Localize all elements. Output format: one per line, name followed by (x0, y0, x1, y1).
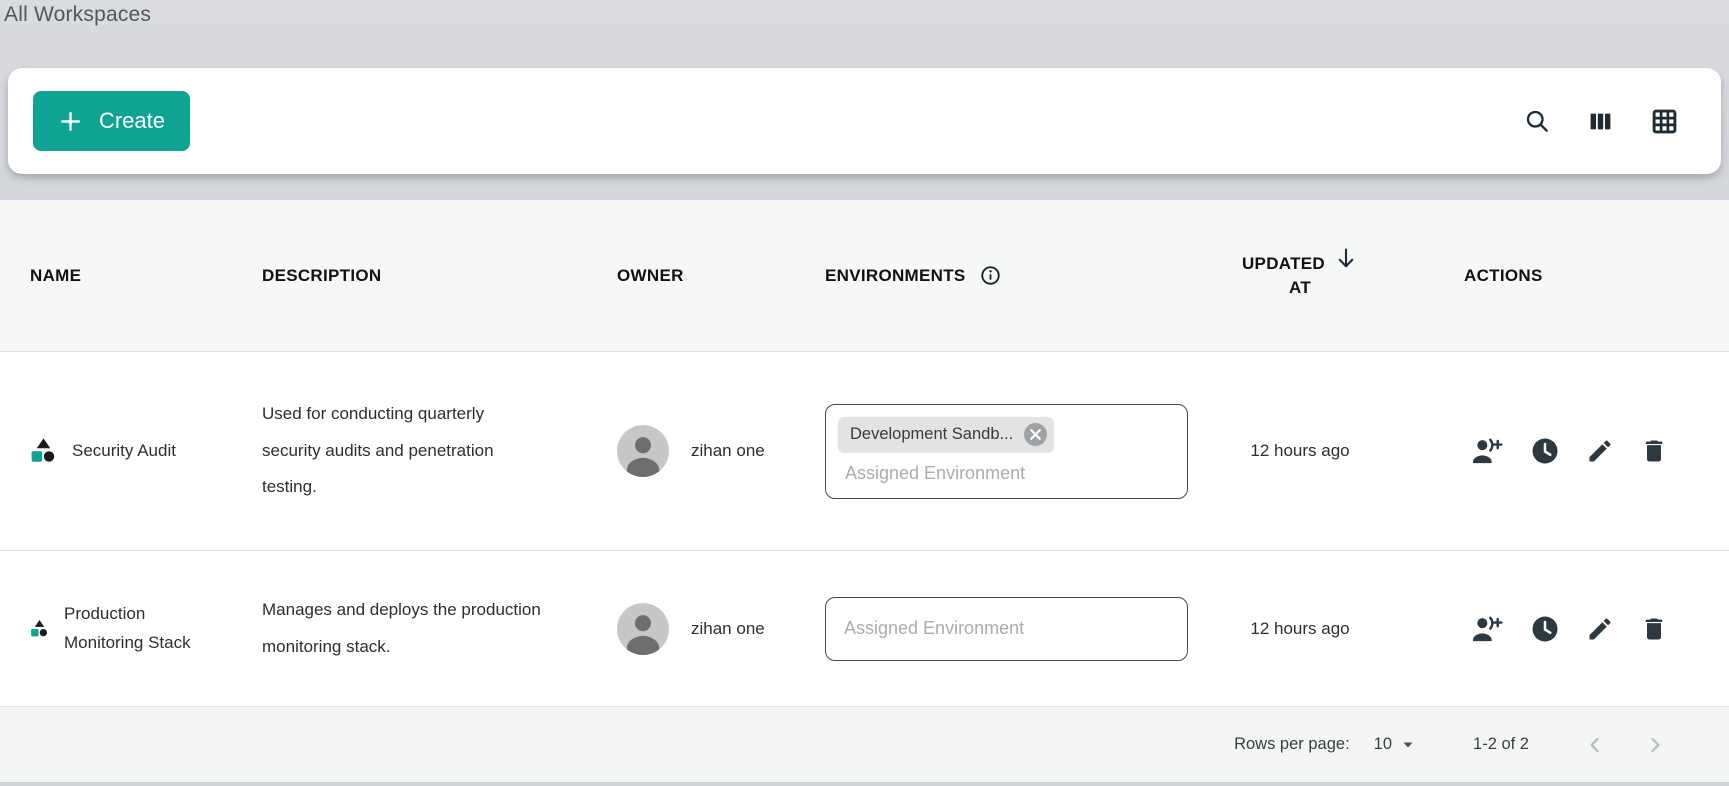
column-header-actions: ACTIONS (1408, 266, 1729, 286)
workspace-shapes-icon (30, 437, 57, 464)
workspace-name: Security Audit (72, 437, 176, 466)
search-icon[interactable] (1523, 107, 1551, 135)
assigned-environment-select[interactable]: Development Sandb... Assigned Environmen… (825, 404, 1188, 499)
rows-per-page-value: 10 (1374, 735, 1392, 754)
pagination-range: 1-2 of 2 (1473, 735, 1529, 754)
avatar (617, 425, 669, 477)
page-title: All Workspaces (4, 3, 151, 27)
edit-pencil-icon[interactable] (1586, 437, 1614, 465)
table-row: Security Audit Used for conducting quart… (0, 352, 1729, 551)
column-header-updated-at[interactable]: UPDATED AT (1192, 252, 1408, 300)
chevron-down-icon (1401, 738, 1415, 752)
updated-at-value: 12 hours ago (1192, 619, 1408, 639)
workspace-name: Production Monitoring Stack (64, 600, 216, 658)
table-header-row: NAME DESCRIPTION OWNER ENVIRONMENTS UPDA… (0, 200, 1729, 352)
history-clock-icon[interactable] (1530, 436, 1560, 466)
column-header-owner: OWNER (602, 266, 814, 286)
pagination-bar: Rows per page: 10 1-2 of 2 (0, 707, 1729, 782)
delete-trash-icon[interactable] (1640, 615, 1668, 643)
info-icon[interactable] (979, 264, 1002, 287)
bottom-edge-strip (0, 782, 1729, 786)
grid-view-icon[interactable] (1650, 107, 1679, 136)
updated-at-value: 12 hours ago (1192, 441, 1408, 461)
person-add-icon[interactable] (1470, 615, 1504, 643)
column-header-environments: ENVIRONMENTS (814, 264, 1192, 287)
view-columns-icon[interactable] (1587, 108, 1614, 135)
arrow-down-icon (1334, 246, 1358, 272)
environment-placeholder: Assigned Environment (844, 618, 1024, 639)
column-header-at-label: AT (1289, 276, 1311, 300)
person-add-icon[interactable] (1470, 437, 1504, 465)
workspace-description: Used for conducting quarterly security a… (250, 396, 602, 506)
workspace-shapes-icon (30, 619, 49, 638)
environment-placeholder: Assigned Environment (845, 463, 1175, 484)
workspaces-table: NAME DESCRIPTION OWNER ENVIRONMENTS UPDA… (0, 200, 1729, 786)
column-header-description: DESCRIPTION (250, 266, 602, 286)
delete-trash-icon[interactable] (1640, 437, 1668, 465)
environment-chip: Development Sandb... (838, 417, 1054, 453)
environment-chip-label: Development Sandb... (850, 425, 1013, 444)
avatar (617, 603, 669, 655)
toolbar-card: Create (8, 68, 1721, 174)
workspace-description: Manages and deploys the production monit… (250, 592, 602, 665)
chip-remove-icon[interactable] (1024, 423, 1047, 446)
history-clock-icon[interactable] (1530, 614, 1560, 644)
toolbar-icon-group (1523, 107, 1679, 136)
next-page-icon[interactable] (1643, 733, 1667, 757)
column-header-name: NAME (0, 266, 250, 286)
plus-icon (58, 109, 83, 134)
edit-pencil-icon[interactable] (1586, 615, 1614, 643)
previous-page-icon[interactable] (1583, 733, 1607, 757)
create-button[interactable]: Create (33, 91, 190, 151)
column-header-updated-label: UPDATED (1242, 252, 1325, 276)
create-button-label: Create (99, 108, 165, 134)
assigned-environment-select[interactable]: Assigned Environment (825, 597, 1188, 661)
rows-per-page-select[interactable]: 10 (1374, 735, 1415, 754)
owner-name: zihan one (691, 619, 765, 639)
column-header-environments-label: ENVIRONMENTS (825, 266, 966, 286)
owner-name: zihan one (691, 441, 765, 461)
rows-per-page-label: Rows per page: (1234, 735, 1350, 754)
table-row: Production Monitoring Stack Manages and … (0, 551, 1729, 707)
